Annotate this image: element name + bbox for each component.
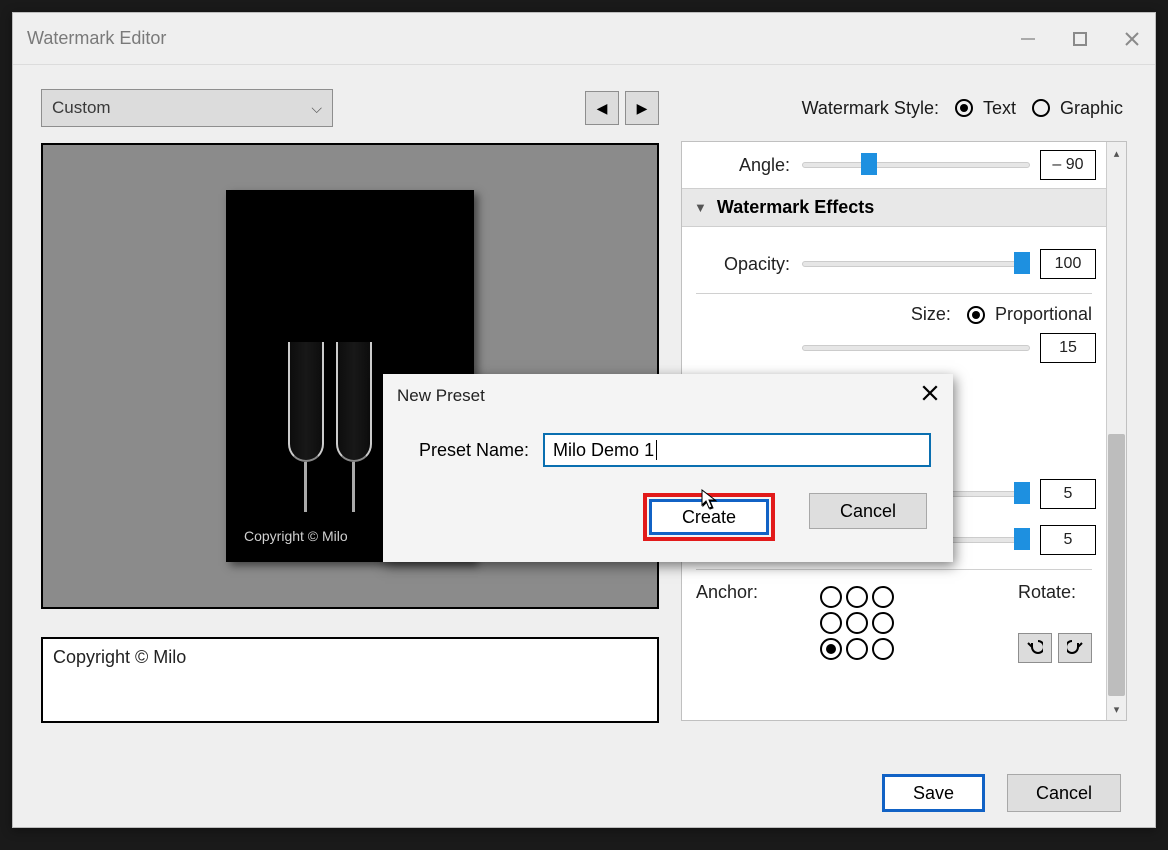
watermark-text-input[interactable]: Copyright © Milo xyxy=(41,637,659,723)
section-watermark-effects[interactable]: ▼ Watermark Effects xyxy=(682,188,1106,227)
watermark-style-label: Watermark Style: xyxy=(802,98,939,119)
style-text-label: Text xyxy=(983,98,1016,119)
preset-name-value: Milo Demo 1 xyxy=(553,440,654,461)
size-slider[interactable] xyxy=(802,338,1030,358)
title-bar: Watermark Editor xyxy=(13,13,1155,65)
watermark-editor-window: Watermark Editor Custom ⌵ ◀ ▶ xyxy=(12,12,1156,828)
create-button[interactable]: Create xyxy=(649,499,769,535)
window-title: Watermark Editor xyxy=(27,28,166,49)
preset-name-input[interactable]: Milo Demo 1 xyxy=(543,433,931,467)
scroll-up-icon[interactable]: ▴ xyxy=(1107,142,1126,164)
watermark-text-value: Copyright © Milo xyxy=(53,647,186,667)
anchor-tl[interactable] xyxy=(820,586,842,608)
vertical-value[interactable]: 5 xyxy=(1040,525,1096,555)
save-button[interactable]: Save xyxy=(882,774,985,812)
anchor-br[interactable] xyxy=(872,638,894,660)
size-value[interactable]: 15 xyxy=(1040,333,1096,363)
anchor-mr[interactable] xyxy=(872,612,894,634)
preset-selected: Custom xyxy=(52,98,111,118)
style-graphic-radio[interactable] xyxy=(1032,99,1050,117)
style-text-radio[interactable] xyxy=(955,99,973,117)
angle-label: Angle: xyxy=(692,155,802,176)
next-image-button[interactable]: ▶ xyxy=(625,91,659,125)
rotate-left-button[interactable] xyxy=(1018,633,1052,663)
section-title: Watermark Effects xyxy=(717,197,874,218)
close-icon[interactable] xyxy=(1123,30,1141,48)
new-preset-dialog: New Preset Preset Name: Milo Demo 1 Crea… xyxy=(383,374,953,562)
anchor-tr[interactable] xyxy=(872,586,894,608)
preset-dropdown[interactable]: Custom ⌵ xyxy=(41,89,333,127)
rotate-right-button[interactable] xyxy=(1058,633,1092,663)
anchor-bl[interactable] xyxy=(820,638,842,660)
maximize-button[interactable] xyxy=(1071,30,1089,48)
panel-scrollbar[interactable]: ▴ ▾ xyxy=(1106,142,1126,720)
anchor-label: Anchor: xyxy=(696,582,758,603)
size-mode-label: Proportional xyxy=(995,304,1092,325)
opacity-slider[interactable] xyxy=(802,254,1030,274)
dialog-title: New Preset xyxy=(397,386,485,406)
minimize-button[interactable] xyxy=(1019,30,1037,48)
dialog-close-icon[interactable] xyxy=(921,384,939,407)
anchor-bc[interactable] xyxy=(846,638,868,660)
opacity-value[interactable]: 100 xyxy=(1040,249,1096,279)
opacity-label: Opacity: xyxy=(692,254,802,275)
prev-image-button[interactable]: ◀ xyxy=(585,91,619,125)
horizontal-value[interactable]: 5 xyxy=(1040,479,1096,509)
watermark-overlay: Copyright © Milo xyxy=(244,528,348,544)
tutorial-highlight: Create xyxy=(643,493,775,541)
preset-name-label: Preset Name: xyxy=(419,440,529,461)
dialog-cancel-button[interactable]: Cancel xyxy=(809,493,927,529)
anchor-grid xyxy=(820,586,896,663)
size-proportional-radio[interactable] xyxy=(967,306,985,324)
size-label: Size: xyxy=(911,304,951,325)
rotate-label: Rotate: xyxy=(1018,582,1092,603)
style-graphic-label: Graphic xyxy=(1060,98,1123,119)
angle-slider[interactable] xyxy=(802,155,1030,175)
cancel-button[interactable]: Cancel xyxy=(1007,774,1121,812)
angle-value[interactable]: – 90 xyxy=(1040,150,1096,180)
disclosure-triangle-icon: ▼ xyxy=(694,200,707,215)
anchor-mc[interactable] xyxy=(846,612,868,634)
watermark-style-row: Watermark Style: Text Graphic xyxy=(681,89,1127,127)
anchor-tc[interactable] xyxy=(846,586,868,608)
chevron-down-icon: ⌵ xyxy=(311,100,322,117)
anchor-ml[interactable] xyxy=(820,612,842,634)
scroll-down-icon[interactable]: ▾ xyxy=(1107,698,1126,720)
